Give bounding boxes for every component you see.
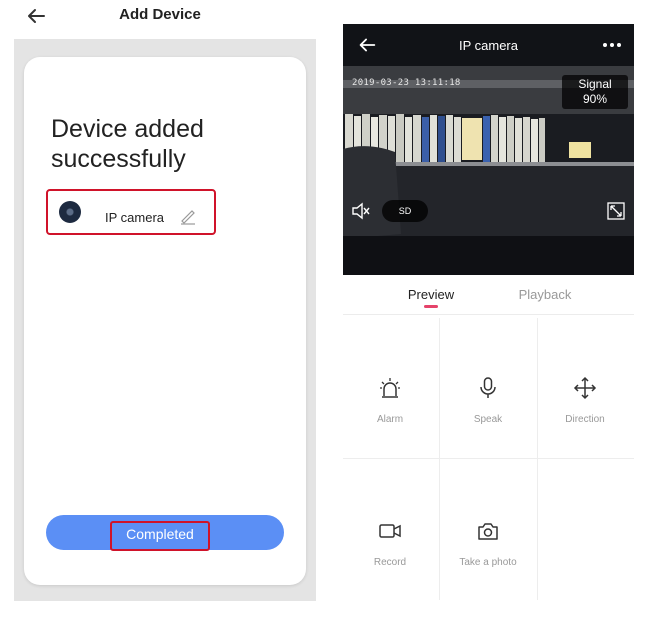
camera-title: IP camera: [458, 38, 518, 53]
tab-divider: [343, 314, 634, 315]
alarm-label: Alarm: [376, 414, 404, 425]
move-arrows-icon: [573, 376, 597, 400]
direction-button[interactable]: Direction: [537, 368, 633, 468]
fullscreen-icon[interactable]: [606, 201, 626, 221]
pencil-icon[interactable]: [178, 206, 198, 226]
tab-playback[interactable]: Playback: [508, 287, 582, 302]
completed-button-label: Completed: [126, 526, 194, 542]
video-timestamp: 2019-03-23 13:11:18: [352, 78, 461, 88]
signal-label: Signal: [578, 77, 612, 91]
signal-value: 90%: [582, 92, 608, 106]
more-horizontal-icon[interactable]: [600, 36, 624, 54]
device-name: IP camera: [105, 210, 165, 225]
signal-badge: Signal 90%: [562, 75, 628, 109]
speaker-mute-icon[interactable]: [351, 202, 371, 220]
record-button[interactable]: Record: [342, 511, 438, 611]
microphone-icon: [480, 377, 496, 398]
tab-preview[interactable]: Preview: [395, 287, 467, 302]
take-photo-button[interactable]: Take a photo: [440, 511, 536, 611]
page-title: Add Device: [119, 6, 201, 23]
success-message: Device added successfully: [51, 115, 204, 173]
camera-dot-icon: [59, 201, 81, 223]
alarm-button[interactable]: Alarm: [342, 368, 438, 468]
take-photo-label: Take a photo: [459, 557, 517, 568]
video-record-icon: [379, 524, 401, 538]
camera-icon: [478, 523, 498, 540]
alarm-siren-icon: [380, 378, 400, 398]
speak-label: Speak: [473, 414, 503, 425]
active-tab-indicator: [424, 305, 438, 308]
record-label: Record: [373, 557, 407, 568]
sd-quality-button[interactable]: SD: [382, 200, 428, 222]
speak-button[interactable]: Speak: [440, 368, 536, 468]
direction-label: Direction: [565, 414, 605, 425]
